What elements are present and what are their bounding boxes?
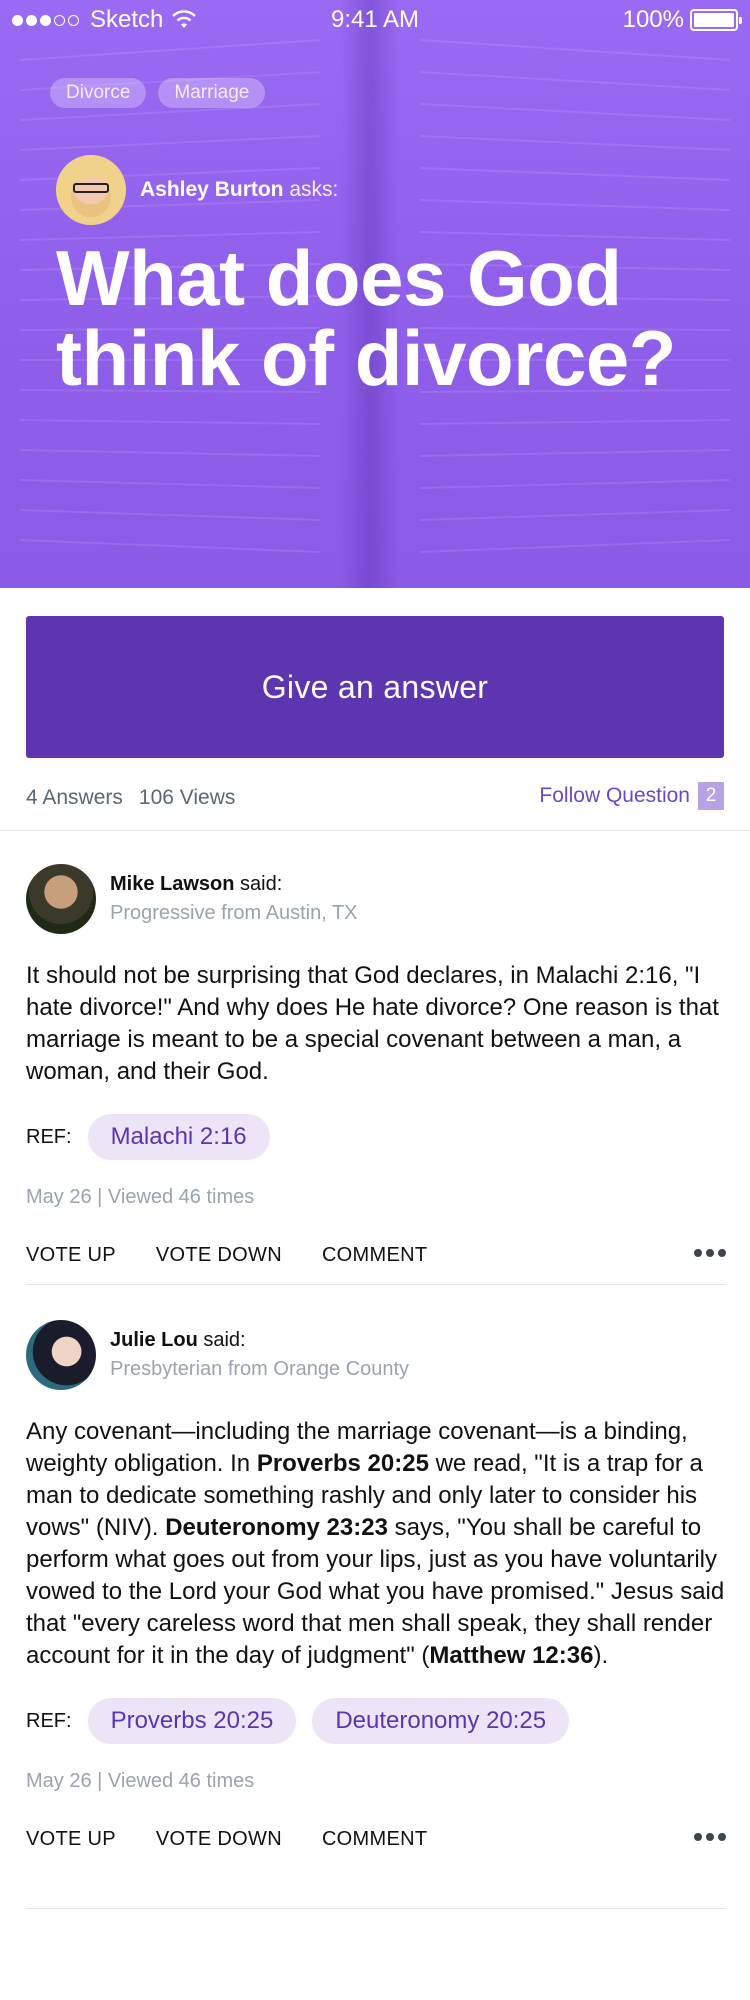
divider: [0, 830, 750, 831]
answer-meta: May 26 | Viewed 46 times: [26, 1770, 255, 1792]
battery-percentage: 100%: [622, 6, 684, 33]
status-bar: Sketch 9:41 AM 100%: [0, 0, 750, 40]
comment-button[interactable]: COMMENT: [322, 1828, 427, 1851]
author-said: said:: [203, 1329, 246, 1351]
tag-marriage[interactable]: Marriage: [158, 78, 266, 108]
views-count: 106 Views: [138, 786, 236, 809]
page-title: What does God think of divorce?: [56, 234, 676, 402]
answer-body: Any covenant—including the marriage cove…: [26, 1416, 726, 1672]
answer-actions: VOTE UP VOTE DOWN COMMENT: [26, 1825, 726, 1853]
ref-label: REF:: [26, 1709, 72, 1732]
divider: [26, 1284, 726, 1285]
comment-button[interactable]: COMMENT: [322, 1244, 427, 1267]
body-text: ).: [593, 1642, 609, 1669]
scripture-reference: Deuteronomy 23:23: [165, 1514, 388, 1541]
author-name-line: Mike Lawson said:: [110, 873, 358, 896]
answer-card: Julie Lou said: Presbyterian from Orange…: [26, 1320, 726, 1853]
author-info: Julie Lou said: Presbyterian from Orange…: [110, 1329, 409, 1381]
follow-question-label[interactable]: Follow Question: [539, 784, 690, 808]
vote-down-button[interactable]: VOTE DOWN: [156, 1828, 282, 1851]
scripture-reference: Proverbs 20:25: [256, 1450, 429, 1477]
asker-verb: asks:: [289, 178, 339, 201]
author-said: said:: [240, 873, 283, 895]
question-hero: Sketch 9:41 AM 100% Divorce Marriage Ash…: [0, 0, 750, 588]
asker-name[interactable]: Ashley Burton: [140, 178, 284, 201]
scripture-reference: Matthew 12:36: [429, 1642, 594, 1669]
more-options-icon[interactable]: [690, 1249, 726, 1257]
answer-card: Mike Lawson said: Progressive from Austi…: [26, 864, 726, 1269]
ref-chip[interactable]: Malachi 2:16: [87, 1114, 270, 1160]
answer-actions: VOTE UP VOTE DOWN COMMENT: [26, 1241, 726, 1269]
answer-body: It should not be surprising that God dec…: [26, 962, 719, 1085]
follow-question-button[interactable]: Follow Question 2: [539, 782, 724, 810]
tag-divorce[interactable]: Divorce: [50, 78, 147, 108]
author-subtitle: Presbyterian from Orange County: [110, 1358, 410, 1380]
question-tags: Divorce Marriage: [50, 78, 277, 108]
answer-author: Julie Lou said: Presbyterian from Orange…: [26, 1320, 726, 1390]
give-answer-button[interactable]: Give an answer: [26, 616, 724, 758]
vote-down-button[interactable]: VOTE DOWN: [156, 1244, 282, 1267]
ref-chip[interactable]: Proverbs 20:25: [87, 1698, 297, 1744]
vote-up-button[interactable]: VOTE UP: [26, 1828, 116, 1851]
ref-chip[interactable]: Deuteronomy 20:25: [312, 1698, 570, 1744]
avatar[interactable]: [56, 155, 126, 225]
more-options-icon[interactable]: [690, 1833, 726, 1841]
status-right: 100%: [622, 6, 742, 34]
asker: Ashley Burton asks:: [56, 155, 338, 225]
follow-count-badge: 2: [698, 782, 724, 810]
battery-icon: [690, 9, 742, 31]
author-subtitle: Progressive from Austin, TX: [110, 902, 358, 924]
answer-meta: May 26 | Viewed 46 times: [26, 1186, 255, 1208]
author-info: Mike Lawson said: Progressive from Austi…: [110, 873, 358, 925]
avatar[interactable]: [26, 1320, 96, 1390]
avatar[interactable]: [26, 864, 96, 934]
author-name-line: Julie Lou said:: [110, 1329, 409, 1352]
divider: [26, 1908, 726, 1909]
references: REF: Proverbs 20:25 Deuteronomy 20:25: [26, 1698, 726, 1744]
references: REF: Malachi 2:16: [26, 1114, 726, 1160]
asker-line: Ashley Burton asks:: [140, 178, 338, 202]
author-name[interactable]: Mike Lawson: [110, 873, 234, 895]
ref-label: REF:: [26, 1125, 72, 1148]
answers-count: 4 Answers: [26, 786, 123, 809]
question-stats: 4 Answers 106 Views Follow Question 2: [26, 782, 724, 814]
answer-author: Mike Lawson said: Progressive from Austi…: [26, 864, 726, 934]
vote-up-button[interactable]: VOTE UP: [26, 1244, 116, 1267]
author-name[interactable]: Julie Lou: [110, 1329, 198, 1351]
